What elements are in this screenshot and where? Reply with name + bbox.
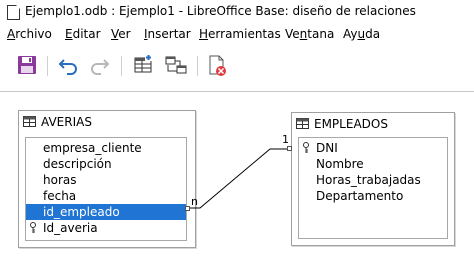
relation-anchor-averias bbox=[185, 206, 190, 211]
new-relation-button[interactable] bbox=[164, 53, 188, 77]
close-edit-view-button[interactable] bbox=[205, 53, 229, 77]
menu-editar[interactable]: Editar bbox=[65, 27, 101, 41]
relation-line[interactable] bbox=[0, 86, 474, 261]
toolbar-separator bbox=[197, 56, 198, 76]
save-icon bbox=[18, 56, 36, 74]
new-relation-icon bbox=[165, 56, 187, 74]
relation-design-canvas[interactable]: AVERIAS empresa_cliente descripción hora… bbox=[0, 86, 474, 261]
menu-ayuda[interactable]: Ayuda bbox=[343, 27, 380, 41]
redo-button[interactable] bbox=[88, 53, 112, 77]
undo-button[interactable] bbox=[56, 53, 80, 77]
title-bar: Ejemplo1.odb : Ejemplo1 - LibreOffice Ba… bbox=[0, 0, 474, 24]
toolbar-separator bbox=[47, 56, 48, 76]
cardinality-many: n bbox=[191, 195, 198, 208]
close-edit-view-icon bbox=[209, 55, 226, 76]
toolbar-separator bbox=[121, 56, 122, 76]
add-tables-button[interactable] bbox=[131, 53, 155, 77]
menu-archivo[interactable]: Archivo bbox=[7, 27, 52, 41]
undo-icon bbox=[58, 59, 77, 75]
menu-bar: Archivo Editar Ver Insertar Herramientas… bbox=[0, 24, 474, 46]
redo-icon bbox=[91, 59, 110, 75]
menu-insertar[interactable]: Insertar bbox=[144, 27, 191, 41]
save-button[interactable] bbox=[15, 53, 39, 77]
window-title: Ejemplo1.odb : Ejemplo1 - LibreOffice Ba… bbox=[25, 4, 416, 18]
relation-anchor-empleados bbox=[287, 146, 292, 151]
add-tables-icon bbox=[134, 54, 152, 73]
toolbar bbox=[0, 46, 474, 86]
cardinality-one: 1 bbox=[282, 133, 289, 146]
menu-ventana[interactable]: Ventana bbox=[285, 27, 334, 41]
document-icon bbox=[7, 5, 20, 20]
menu-ver[interactable]: Ver bbox=[111, 27, 131, 41]
menu-herramientas[interactable]: Herramientas bbox=[199, 27, 281, 41]
